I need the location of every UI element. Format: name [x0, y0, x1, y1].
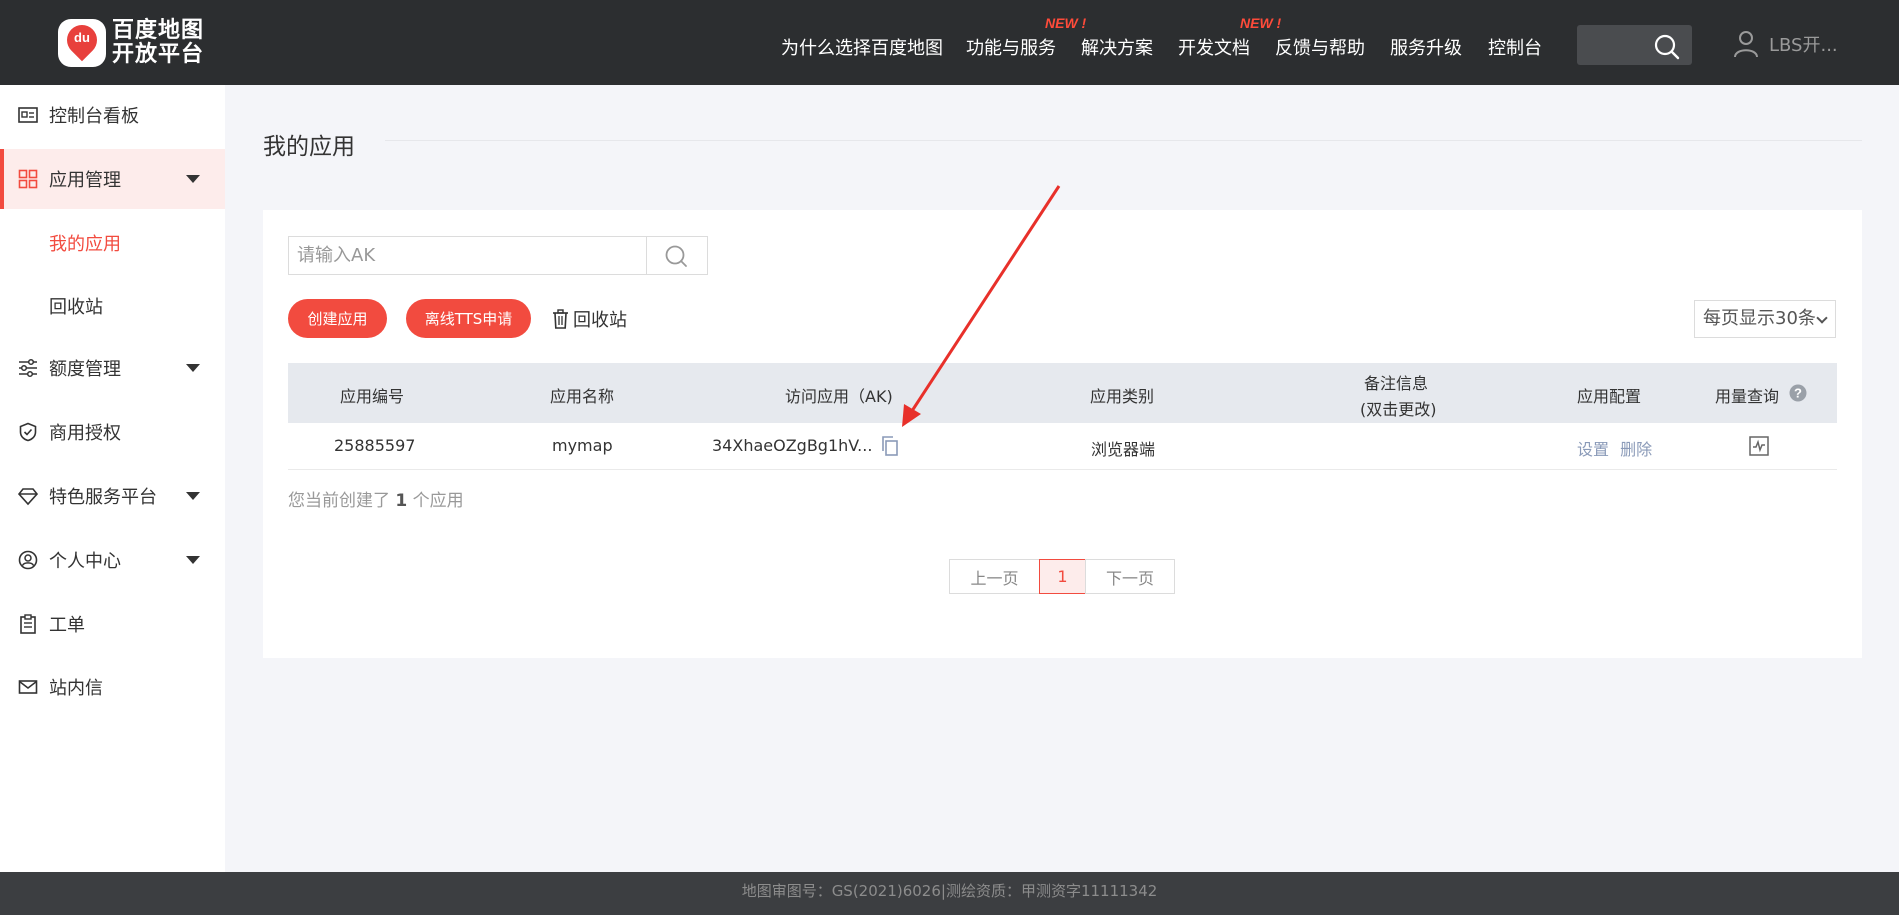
logo-text: 百度地图 开放平台 [112, 18, 205, 67]
shield-check-icon [19, 422, 37, 442]
diamond-icon [18, 488, 38, 506]
logo-mark: du [58, 18, 106, 67]
id-card-icon [18, 107, 38, 123]
top-search-box[interactable] [1577, 25, 1692, 65]
sidebar-item-messages[interactable]: 站内信 [0, 657, 225, 717]
user-name: LBS开... [1769, 35, 1838, 56]
nav-why-baidu[interactable]: 为什么选择百度地图 [781, 34, 943, 60]
new-badge: NEW ! [1045, 15, 1087, 31]
create-app-button[interactable]: 创建应用 [288, 299, 387, 338]
usage-chart-icon[interactable] [1749, 436, 1769, 456]
nav-console[interactable]: 控制台 [1488, 34, 1542, 60]
chevron-down-icon[interactable] [186, 556, 200, 564]
cell-category: 浏览器端 [1091, 440, 1156, 459]
next-page-button[interactable]: 下一页 [1085, 559, 1175, 594]
app-count-summary: 您当前创建了 1 个应用 [288, 491, 464, 511]
sidebar-item-quota-management[interactable]: 额度管理 [0, 338, 225, 398]
sidebar-item-label: 个人中心 [49, 551, 121, 572]
sidebar-item-label: 特色服务平台 [49, 487, 157, 508]
user-icon [1734, 31, 1758, 58]
title-divider [385, 140, 1862, 141]
prev-page-button[interactable]: 上一页 [949, 559, 1040, 594]
sidebar-item-label: 应用管理 [49, 170, 121, 191]
sidebar-item-label: 工单 [49, 615, 85, 636]
nav-feedback[interactable]: 反馈与帮助 [1275, 34, 1365, 60]
sidebar-item-label: 站内信 [49, 678, 103, 699]
table-header: 应用编号 应用名称 访问应用（AK) 应用类别 备注信息 (双击更改) 应用配置… [288, 363, 1837, 423]
ak-search-input[interactable]: 请输入AK [288, 236, 646, 275]
chevron-down-icon[interactable] [186, 364, 200, 372]
nav-solutions[interactable]: 解决方案 [1081, 34, 1153, 60]
chevron-down-icon [1816, 312, 1828, 324]
sidebar-subitem-my-apps[interactable]: 我的应用 [49, 230, 121, 256]
sidebar-item-personal-center[interactable]: 个人中心 [0, 530, 225, 590]
footer: 地图审图号：GS(2021)6026|测绘资质：甲测资字11111342 [0, 872, 1899, 915]
ak-search-button[interactable] [646, 236, 708, 275]
table-row: 25885597 mymap 34XhaeOZgBg1hV... 浏览器端 设置… [288, 423, 1837, 470]
col-notes-hint: (双击更改) [1360, 400, 1437, 419]
user-circle-icon [18, 550, 38, 570]
sidebar-item-label: 额度管理 [49, 359, 121, 380]
grid-icon [18, 169, 38, 189]
svg-text:?: ? [1794, 386, 1802, 401]
cell-app-name: mymap [552, 436, 613, 455]
baidu-map-logo[interactable]: du 百度地图 开放平台 [58, 18, 204, 68]
nav-upgrade[interactable]: 服务升级 [1390, 34, 1462, 60]
col-app-id: 应用编号 [340, 387, 405, 406]
sidebar-subitem-recycle-bin[interactable]: 回收站 [49, 293, 103, 319]
mail-icon [18, 680, 38, 694]
page-size-value: 每页显示30条 [1703, 308, 1816, 329]
col-notes: 备注信息 [1364, 374, 1429, 393]
sliders-icon [19, 358, 37, 378]
sidebar-item-label: 商用授权 [49, 423, 121, 444]
trash-icon [553, 309, 568, 329]
cell-app-id: 25885597 [334, 436, 416, 455]
page-title: 我的应用 [263, 134, 355, 160]
col-category: 应用类别 [1090, 387, 1155, 406]
sidebar-item-label: 控制台看板 [49, 106, 139, 127]
col-app-name: 应用名称 [550, 387, 615, 406]
sidebar-item-dashboard[interactable]: 控制台看板 [0, 85, 225, 145]
nav-features[interactable]: 功能与服务 [966, 34, 1056, 60]
chevron-down-icon[interactable] [186, 175, 200, 183]
cell-ak: 34XhaeOZgBg1hV... [712, 436, 873, 455]
page-size-select[interactable]: 每页显示30条 [1694, 300, 1836, 338]
sidebar: 控制台看板 应用管理 我的应用 回收站 额度管理 商用授权 特色服务平台 个人中… [0, 85, 225, 872]
sidebar-item-tickets[interactable]: 工单 [0, 594, 225, 654]
page-1-button[interactable]: 1 [1039, 559, 1086, 594]
col-config: 应用配置 [1577, 387, 1642, 406]
offline-tts-button[interactable]: 离线TTS申请 [406, 299, 531, 338]
col-usage: 用量查询 [1715, 387, 1780, 406]
new-badge: NEW ! [1240, 15, 1282, 31]
recycle-bin-link[interactable]: 回收站 [552, 306, 627, 332]
col-ak: 访问应用（AK) [785, 387, 893, 406]
delete-link[interactable]: 删除 [1620, 440, 1652, 459]
chevron-down-icon[interactable] [186, 492, 200, 500]
recycle-bin-label: 回收站 [573, 310, 627, 331]
clipboard-icon [20, 614, 36, 634]
search-icon[interactable] [1654, 34, 1680, 60]
sidebar-item-app-management[interactable]: 应用管理 [0, 149, 225, 209]
top-navbar: du 百度地图 开放平台 为什么选择百度地图 功能与服务 NEW ! 解决方案 … [0, 0, 1899, 85]
nav-docs[interactable]: 开发文档 [1178, 34, 1250, 60]
copy-icon[interactable] [879, 435, 901, 457]
sidebar-item-commercial-license[interactable]: 商用授权 [0, 402, 225, 462]
settings-link[interactable]: 设置 [1577, 440, 1609, 459]
user-menu[interactable]: LBS开... [1733, 30, 1838, 58]
search-icon [665, 245, 687, 267]
sidebar-item-featured-services[interactable]: 特色服务平台 [0, 466, 225, 526]
help-icon[interactable]: ? [1789, 384, 1807, 402]
